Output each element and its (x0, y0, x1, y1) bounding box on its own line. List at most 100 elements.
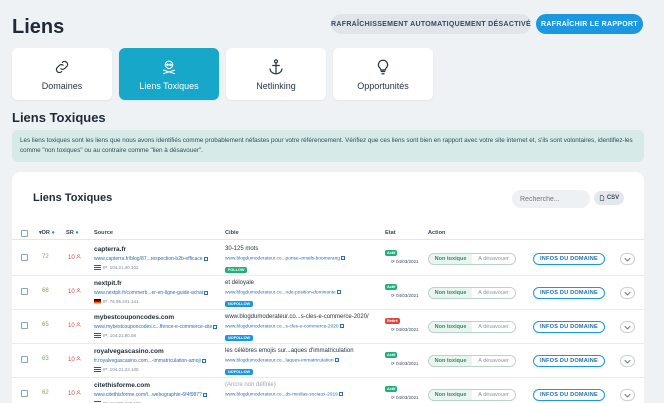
follow-badge: NOFOLLOW (225, 301, 254, 307)
non-toxic-button[interactable]: Non toxique (429, 390, 472, 400)
sr-value: 10 (68, 288, 82, 295)
table-row: 72 10 capterra.fr www.capterra.fr/blog/8… (12, 242, 644, 276)
source-url[interactable]: www.nextpit.fr/commerb...er-en-ligne-gui… (94, 290, 209, 296)
disavow-button[interactable]: A désavouer (472, 254, 515, 264)
toxic-links-card: Liens Toxiques CSV ▾DR ● SR ● Source Cib… (12, 172, 644, 403)
row-checkbox[interactable] (21, 356, 28, 363)
csv-button[interactable]: CSV (594, 191, 624, 205)
domain-info-button[interactable]: INFOS DU DOMAINE (533, 321, 605, 333)
col-action: Action (428, 230, 446, 236)
col-sr[interactable]: SR ● (66, 230, 79, 236)
state-date: ⟳ 04/03/2021 (391, 259, 419, 264)
target-url[interactable]: www.blogdumoderateur.co...ds-medias-soci… (225, 392, 343, 397)
action-toggle: Non toxique A désavouer (428, 355, 516, 367)
table-row: 68 10 nextpit.fr www.nextpit.fr/commerb.… (12, 276, 644, 310)
select-all-checkbox[interactable] (21, 230, 28, 237)
info-banner: Les liens toxiques sont les liens que no… (12, 130, 644, 162)
table-row: 63 10 royalvegascasino.com fr.royalvegas… (12, 344, 644, 378)
expand-row-button[interactable] (620, 389, 635, 401)
tab-label: Opportunités (357, 81, 409, 91)
target-anchor: et déloyale (225, 280, 255, 286)
search-input[interactable] (512, 190, 590, 208)
sr-value: 10 (68, 254, 82, 261)
expand-row-button[interactable] (620, 253, 635, 265)
tab-netlinking[interactable]: Netlinking (226, 48, 326, 100)
follow-badge: NOFOLLOW (225, 335, 254, 341)
state-badge: Actif (385, 284, 398, 290)
expand-row-button[interactable] (620, 287, 635, 299)
domain-info-button[interactable]: INFOS DU DOMAINE (533, 355, 605, 367)
domain-info-button[interactable]: INFOS DU DOMAINE (533, 253, 605, 265)
dr-value: 63 (42, 356, 49, 362)
domain-info-button[interactable]: INFOS DU DOMAINE (533, 287, 605, 299)
tab-opportunites[interactable]: Opportunités (333, 48, 433, 100)
non-toxic-button[interactable]: Non toxique (429, 254, 472, 264)
col-state: Etat (385, 230, 396, 236)
csv-label: CSV (606, 195, 620, 201)
disavow-button[interactable]: A désavouer (472, 322, 515, 332)
chevron-down-icon (624, 291, 631, 296)
follow-badge: NOFOLLOW (225, 369, 254, 375)
target-url[interactable]: www.blogdumoderateur.co...laques-immatri… (225, 358, 339, 363)
source-domain[interactable]: royalvegascasino.com (94, 348, 164, 355)
chevron-down-icon (624, 359, 631, 364)
source-domain[interactable]: citethisforme.com (94, 382, 150, 389)
external-link-icon (336, 290, 341, 294)
external-link-icon (338, 392, 343, 396)
user-icon (76, 322, 82, 327)
target-url[interactable]: www.blogdumoderateur.co...s-cles-e-comme… (225, 324, 344, 329)
target-url[interactable]: www.blogdumoderateur.co...ponse-emails-b… (225, 256, 345, 261)
source-url[interactable]: www.mybestcouponcodes.c...ffence-e-comme… (94, 324, 218, 330)
non-toxic-button[interactable]: Non toxique (429, 288, 472, 298)
state-badge: Actif (385, 352, 398, 358)
help-icon: ● (75, 230, 79, 236)
source-domain[interactable]: nextpit.fr (94, 280, 122, 287)
disavow-button[interactable]: A désavouer (472, 356, 515, 366)
external-link-icon (339, 324, 344, 328)
refresh-report-button[interactable]: Rafraîchir le rapport (536, 14, 643, 34)
disavow-button[interactable]: A désavouer (472, 390, 515, 400)
follow-badge: FOLLOW (225, 267, 248, 273)
table-header: ▾DR ● SR ● Source Cible Etat Action (12, 226, 644, 240)
dr-value: 68 (42, 288, 49, 294)
disavow-button[interactable]: A désavouer (472, 288, 515, 298)
action-toggle: Non toxique A désavouer (428, 253, 516, 265)
expand-row-button[interactable] (620, 355, 635, 367)
user-icon (76, 254, 82, 259)
external-link-icon (334, 358, 339, 362)
skull-crossbones-icon (162, 60, 176, 75)
source-ip: IP: 76.95.241.141 (94, 299, 139, 304)
source-url[interactable]: www.citethisforme.com/t...webographie-6f… (94, 392, 207, 398)
dr-value: 62 (42, 390, 49, 396)
source-url[interactable]: www.capterra.fr/blog/87...respection-b2b… (94, 256, 208, 262)
table-row: 62 10 citethisforme.com www.citethisform… (12, 378, 644, 403)
non-toxic-button[interactable]: Non toxique (429, 356, 472, 366)
source-domain[interactable]: mybestcouponcodes.com (94, 314, 174, 321)
tabs-bar: Domaines Liens Toxiques Netlinking Oppor… (12, 48, 433, 100)
target-url[interactable]: www.blogdumoderateur.co...nde-position-d… (225, 290, 341, 295)
tab-liens-toxiques[interactable]: Liens Toxiques (119, 48, 219, 100)
col-dr[interactable]: ▾DR ● (39, 230, 55, 236)
non-toxic-button[interactable]: Non toxique (429, 322, 472, 332)
row-checkbox[interactable] (21, 254, 28, 261)
section-title: Liens Toxiques (12, 110, 106, 125)
domain-info-button[interactable]: INFOS DU DOMAINE (533, 389, 605, 401)
row-checkbox[interactable] (21, 390, 28, 397)
tab-domaines[interactable]: Domaines (12, 48, 112, 100)
source-url[interactable]: fr.royalvegascasino.com...-immatriculati… (94, 358, 206, 364)
target-anchor: (Ancre non définie) (225, 382, 276, 388)
tab-label: Netlinking (256, 81, 296, 91)
expand-row-button[interactable] (620, 321, 635, 333)
action-toggle: Non toxique A désavouer (428, 389, 516, 401)
external-link-icon (213, 324, 218, 329)
external-link-icon (202, 392, 207, 397)
target-anchor: les célèbres emojis sur...aques d'immatr… (225, 348, 354, 354)
source-domain[interactable]: capterra.fr (94, 246, 126, 253)
row-checkbox[interactable] (21, 322, 28, 329)
auto-refresh-button[interactable]: Rafraîchissement automatiquement désacti… (331, 14, 531, 34)
page-title: Liens (12, 16, 65, 38)
state-date: ⟳ 04/03/2021 (391, 293, 419, 298)
action-toggle: Non toxique A désavouer (428, 321, 516, 333)
row-checkbox[interactable] (21, 288, 28, 295)
chevron-down-icon (624, 393, 631, 398)
